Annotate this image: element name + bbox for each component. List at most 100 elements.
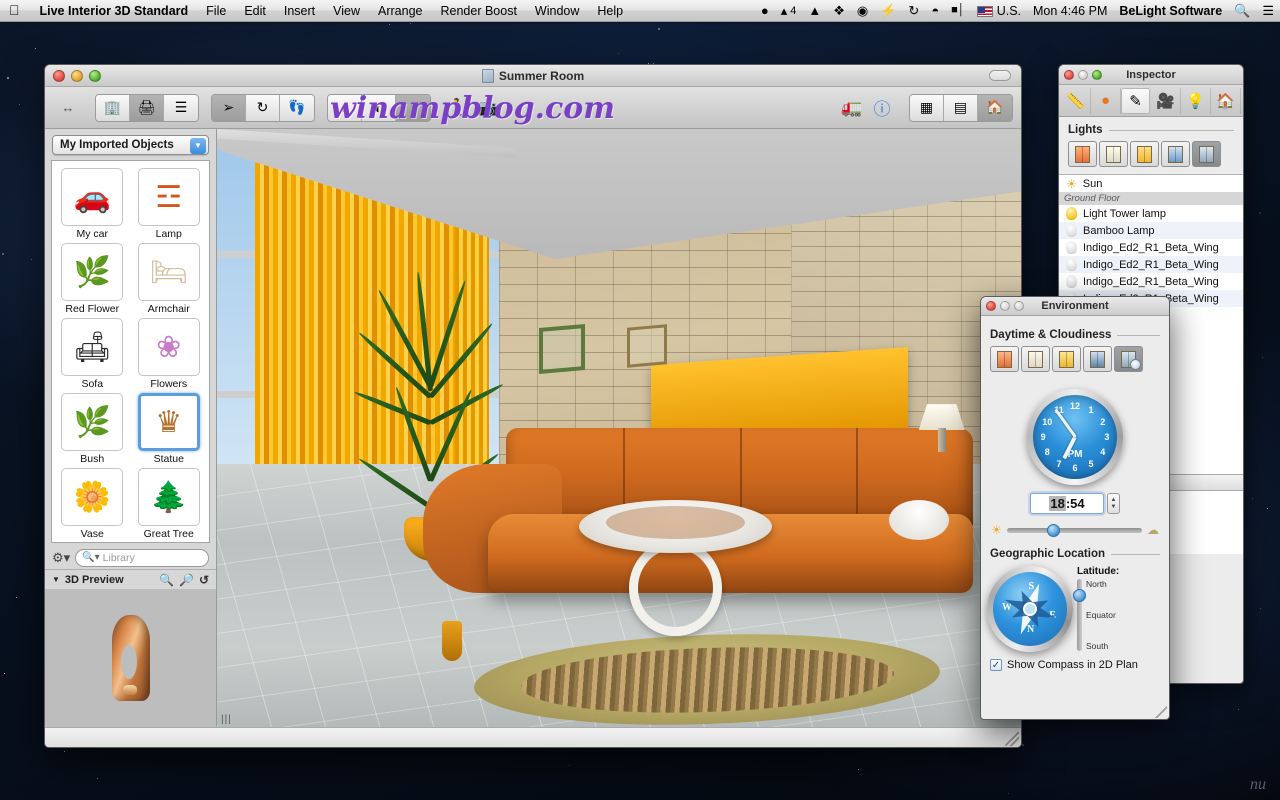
window-cool-icon[interactable] [1161, 141, 1190, 167]
time-input[interactable]: 18:54 [1030, 493, 1104, 514]
daytime-clock[interactable]: 12 1 2 3 4 5 6 7 8 9 10 11 PM [1027, 389, 1123, 485]
clock-history-icon[interactable]: ↻ [902, 4, 925, 17]
light-bulb-icon[interactable] [1066, 275, 1077, 288]
menu-item-window[interactable]: Window [526, 4, 588, 18]
window-sunset-icon[interactable] [1068, 141, 1097, 167]
show-compass-checkbox[interactable]: ✓ [990, 659, 1002, 671]
window-daylight-icon[interactable] [1099, 141, 1128, 167]
light-row[interactable]: Indigo_Ed2_R1_Beta_Wing [1059, 256, 1243, 273]
light-bulb-icon[interactable] [1066, 241, 1077, 254]
menubar-clock[interactable]: Mon 4:46 PM [1027, 4, 1113, 18]
zoom-button[interactable] [89, 69, 101, 82]
building-icon[interactable]: 🏢 [96, 94, 130, 121]
walk-icon[interactable]: 👣 [280, 94, 314, 121]
evernote-icon[interactable]: ◉ [851, 4, 874, 17]
google-drive-icon[interactable]: ▲ [802, 4, 827, 17]
minimize-pill[interactable] [989, 70, 1011, 81]
tab-house[interactable]: 🏠 [1211, 87, 1241, 114]
dropbox-icon[interactable]: ❖ [827, 4, 851, 17]
walkthrough-icon[interactable]: 🚶 [443, 94, 473, 122]
window-night-icon[interactable] [1083, 346, 1112, 372]
cloudiness-slider[interactable] [1006, 523, 1142, 537]
printer-icon[interactable]: 🖨 [130, 94, 164, 121]
tab-light-bulb[interactable]: 💡 [1181, 87, 1211, 114]
stepper-up-arrow[interactable]: ▲ [1111, 497, 1117, 504]
search-input[interactable]: 🔍▾ Library [75, 548, 209, 567]
viewport-3d[interactable]: ||| [217, 129, 1021, 727]
shade-flat-icon[interactable]: ● [328, 94, 362, 121]
light-row[interactable]: Indigo_Ed2_R1_Beta_Wing [1059, 273, 1243, 290]
window-time-icon[interactable] [1192, 141, 1221, 167]
arrow-select-icon[interactable]: ➢ [212, 94, 246, 121]
object-cell-sofa[interactable]: 🛋 Sofa [54, 316, 131, 391]
menubar-user[interactable]: BeLight Software [1113, 4, 1228, 18]
tab-plan-ruler[interactable]: 📏 [1061, 87, 1091, 114]
light-bulb-icon[interactable] [1066, 224, 1077, 237]
chevron-down-icon[interactable]: ▼ [190, 137, 206, 154]
tab-edit-pencil[interactable]: ✎ [1121, 87, 1151, 114]
tab-material-sphere[interactable]: ● [1091, 87, 1121, 114]
menu-item-insert[interactable]: Insert [275, 4, 324, 18]
gear-menu-icon[interactable]: ⚙▾ [52, 550, 70, 566]
wifi-icon[interactable]: ◓ [925, 4, 945, 17]
menu-item-arrange[interactable]: Arrange [369, 4, 431, 18]
stepper-down-arrow[interactable]: ▼ [1111, 504, 1117, 511]
adobe-icon[interactable]: ▴ 4 [775, 4, 803, 17]
light-row[interactable]: Bamboo Lamp [1059, 222, 1243, 239]
latitude-slider[interactable]: North Equator South [1073, 579, 1163, 651]
inspector-title-bar[interactable]: Inspector [1059, 65, 1243, 85]
window-title-bar[interactable]: Summer Room [45, 65, 1021, 87]
minimize-button[interactable] [71, 69, 83, 82]
view-2d-plan-icon[interactable]: ▦ [910, 94, 944, 121]
disclosure-triangle-icon[interactable]: ▼ [52, 575, 60, 584]
notification-center-icon[interactable]: ☰ [1256, 4, 1280, 17]
shade-render-icon[interactable]: ◑ [396, 94, 430, 121]
window-custom-time-icon[interactable] [1114, 346, 1143, 372]
input-source-flag[interactable]: U.S. [971, 4, 1027, 18]
clock-minute-hand[interactable] [1053, 408, 1077, 438]
flash-icon[interactable]: ⚡ [874, 4, 902, 17]
light-row[interactable]: Light Tower lamp [1059, 205, 1243, 222]
search-icon[interactable]: 🔍 [1228, 4, 1256, 17]
menu-item-render-boost[interactable]: Render Boost [431, 4, 525, 18]
latitude-track[interactable] [1073, 579, 1086, 651]
reset-rotation-icon[interactable]: ↺ [199, 573, 209, 587]
resize-arrows-icon[interactable]: ↔ [53, 94, 83, 122]
object-cell-red-flower[interactable]: 🌿 Red Flower [54, 241, 131, 316]
checkmark-circle-icon[interactable]: ● [755, 4, 775, 17]
object-cell-vase[interactable]: 🌼 Vase [54, 466, 131, 541]
light-bulb-icon[interactable] [1066, 258, 1077, 271]
rotate-icon[interactable]: ↻ [246, 94, 280, 121]
menu-item-edit[interactable]: Edit [235, 4, 275, 18]
environment-resize-grip[interactable] [1155, 706, 1167, 718]
light-bulb-icon[interactable] [1066, 207, 1077, 220]
tab-camera-video[interactable]: 🎥 [1151, 87, 1181, 114]
menu-item-view[interactable]: View [324, 4, 369, 18]
cloudiness-slider-knob[interactable] [1047, 523, 1061, 537]
shade-smooth-icon[interactable]: ◐ [362, 94, 396, 121]
info-icon[interactable]: ⓘ [867, 94, 897, 122]
camera-icon[interactable]: 📷 [473, 94, 503, 122]
apple-icon[interactable]:  [0, 3, 31, 17]
object-grid[interactable]: 🚗 My car ☲ Lamp 🌿 Red Flower 🛏 Armchair … [51, 160, 210, 543]
light-row-sun[interactable]: ☀ Sun [1059, 175, 1243, 192]
close-button[interactable] [53, 69, 65, 82]
object-cell-statue[interactable]: ♛ Statue [131, 391, 208, 466]
show-compass-checkbox-row[interactable]: ✓ Show Compass in 2D Plan [981, 652, 1169, 671]
object-cell-lamp[interactable]: ☲ Lamp [131, 166, 208, 241]
object-cell-flowers[interactable]: ❀ Flowers [131, 316, 208, 391]
stepper-up-down-icon[interactable]: ▲ ▼ [1107, 493, 1120, 514]
time-hours-segment[interactable]: 18 [1049, 496, 1066, 511]
menu-item-help[interactable]: Help [588, 4, 632, 18]
window-resize-grip[interactable] [1005, 732, 1019, 746]
object-cell-my-car[interactable]: 🚗 My car [54, 166, 131, 241]
window-overcast-icon[interactable] [1021, 346, 1050, 372]
view-split-icon[interactable]: ▤ [944, 94, 978, 121]
object-cell-great-tree[interactable]: 🌲 Great Tree [131, 466, 208, 541]
object-cell-armchair[interactable]: 🛏 Armchair [131, 241, 208, 316]
delivery-truck-icon[interactable]: 🚛 [837, 94, 867, 122]
compass-rose-icon[interactable]: N E S W [987, 566, 1073, 652]
view-3d-house-icon[interactable]: 🏠 [978, 94, 1012, 121]
time-minutes-segment[interactable]: :54 [1066, 496, 1085, 511]
light-row[interactable]: Indigo_Ed2_R1_Beta_Wing [1059, 239, 1243, 256]
